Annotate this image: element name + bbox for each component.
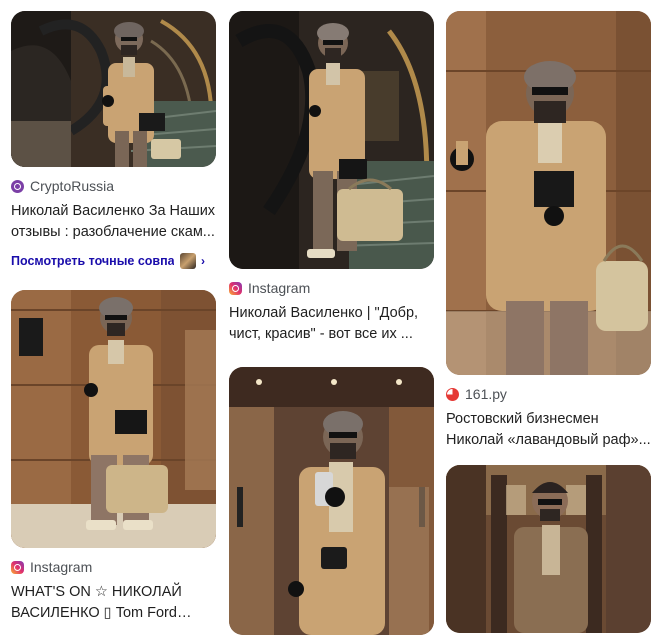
result-image-street[interactable]	[446, 465, 651, 633]
photo-staircase	[11, 11, 216, 167]
result-image-elevator-closeup[interactable]	[446, 11, 651, 375]
result-image-staircase-bag[interactable]	[229, 11, 434, 269]
result-title[interactable]: Николай Василенко | "Добр, чист, красив"…	[229, 303, 434, 345]
result-image-elevator-selfie[interactable]	[229, 367, 434, 635]
source-name: Instagram	[30, 559, 93, 575]
results-column-1: CryptoRussia Николай Василенко За Наших …	[11, 0, 216, 624]
chevron-right-icon: ›	[201, 254, 205, 268]
source-name: CryptoRussia	[30, 178, 115, 194]
result-source[interactable]: 161.ру	[446, 385, 651, 403]
result-title[interactable]: Ростовский бизнесмен Николай «лавандовый…	[446, 409, 651, 451]
instagram-icon	[11, 560, 24, 574]
photo-staircase-bag	[229, 11, 434, 269]
exact-matches-link[interactable]: Посмотреть точные совпа... ›	[11, 252, 216, 270]
result-title[interactable]: WHAT'S ON ☆ НИКОЛАЙ ВАСИЛЕНКО ▯ Tom Ford…	[11, 582, 216, 624]
result-image-staircase[interactable]	[11, 11, 216, 167]
source-name: Instagram	[248, 280, 311, 296]
photo-elevator-full	[11, 290, 216, 548]
exact-matches-label: Посмотреть точные совпа...	[11, 254, 174, 268]
161ru-icon	[446, 387, 459, 401]
photo-elevator-closeup	[446, 11, 651, 375]
results-column-2: Instagram Николай Василенко | "Добр, чис…	[229, 0, 434, 635]
result-source[interactable]: CryptoRussia	[11, 177, 216, 195]
match-thumbnail-icon	[180, 253, 196, 269]
result-source[interactable]: Instagram	[11, 558, 216, 576]
photo-elevator-selfie	[229, 367, 434, 635]
result-source[interactable]: Instagram	[229, 279, 434, 297]
source-name: 161.ру	[465, 386, 507, 402]
instagram-icon	[229, 281, 242, 295]
photo-street	[446, 465, 651, 633]
results-column-3: 161.ру Ростовский бизнесмен Николай «лав…	[446, 0, 651, 633]
result-image-elevator-full[interactable]	[11, 290, 216, 548]
result-title[interactable]: Николай Василенко За Наших отзывы : разо…	[11, 201, 216, 243]
cryptorussia-icon	[11, 179, 24, 193]
